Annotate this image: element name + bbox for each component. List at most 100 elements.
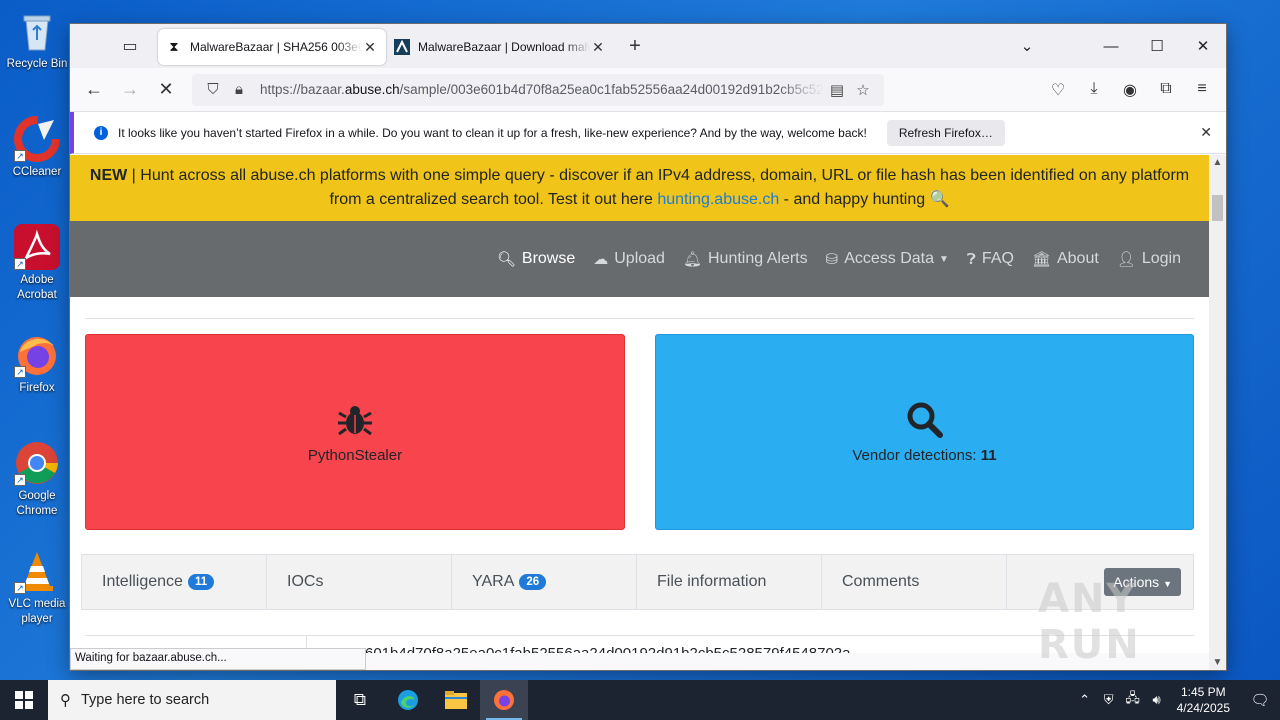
chrome-icon: ↗	[14, 440, 60, 486]
account-icon[interactable]: ◉	[1112, 80, 1148, 100]
scrollbar-thumb[interactable]	[1212, 195, 1223, 221]
bug-icon	[338, 405, 372, 435]
desktop-icon-label: Google Chrome	[16, 490, 58, 517]
close-window-button[interactable]: ✕	[1180, 37, 1226, 55]
question-icon: ❓︎	[966, 250, 976, 268]
clock-date: 4/24/2025	[1176, 701, 1230, 715]
desktop-icon-ccleaner[interactable]: ↗ CCleaner	[4, 116, 70, 180]
url-bar[interactable]: ⛉ 🔒︎ https://bazaar.abuse.ch/sample/003e…	[192, 73, 884, 106]
minimize-button[interactable]: —	[1088, 38, 1134, 55]
hunting-link[interactable]: hunting.abuse.ch	[657, 191, 779, 208]
task-view-icon[interactable]: ⧉	[336, 680, 384, 720]
close-notification-icon[interactable]: ✕	[1200, 124, 1212, 141]
pocket-icon[interactable]: ♡	[1040, 80, 1076, 100]
firefox-taskbar-icon[interactable]	[480, 680, 528, 720]
desktop-icon-adobe-acrobat[interactable]: ↗ Adobe Acrobat	[4, 224, 70, 303]
malwarebazaar-logo-icon	[394, 39, 410, 55]
scroll-up-icon[interactable]: ▲	[1209, 157, 1226, 168]
file-explorer-taskbar-icon[interactable]	[432, 680, 480, 720]
bookmark-star-icon[interactable]: ☆	[850, 81, 876, 99]
tab-manager-icon[interactable]: ▭	[108, 31, 152, 61]
desktop-icon-label: Firefox	[19, 382, 55, 394]
sha256-hash-value: 601b4d70f8a25ea0c1fab52556aa24d00192d91b…	[365, 645, 851, 653]
tab-bar: ▭ ⧗ MalwareBazaar | SHA256 003e601b4d70f…	[70, 24, 1226, 68]
nav-hunting-alerts[interactable]: 🔔︎ Hunting Alerts	[683, 250, 808, 268]
search-icon: ⚲	[60, 692, 71, 709]
user-icon: 👤︎	[1116, 251, 1136, 268]
security-icon[interactable]: ⛨	[1097, 692, 1121, 708]
banner-text-end: - and happy hunting 🔍	[779, 191, 950, 208]
firefox-window: ▭ ⧗ MalwareBazaar | SHA256 003e601b4d70f…	[70, 24, 1226, 670]
clock[interactable]: 1:45 PM 4/24/2025	[1177, 684, 1230, 716]
new-tab-button[interactable]: +	[620, 31, 650, 61]
intelligence-count-badge: 11	[187, 574, 215, 590]
database-icon: ⛁	[825, 251, 839, 268]
edge-taskbar-icon[interactable]	[384, 680, 432, 720]
url-text[interactable]: https://bazaar.abuse.ch/sample/003e601b4…	[260, 82, 824, 97]
list-all-tabs-icon[interactable]: ⌄	[1004, 37, 1050, 55]
nav-upload[interactable]: ☁ Upload	[593, 250, 665, 268]
firefox-icon: ↗	[14, 332, 60, 378]
refresh-firefox-button[interactable]: Refresh Firefox…	[886, 119, 1005, 146]
nav-access-data[interactable]: ⛁ Access Data ▼	[826, 250, 949, 268]
tracking-protection-icon[interactable]: ⛉	[200, 81, 226, 98]
bell-icon: 🔔︎	[682, 251, 702, 268]
start-button[interactable]	[0, 680, 48, 720]
system-tray: ⌃ ⛨ 🖧︎ 🔊︎ 1:45 PM 4/24/2025 🗨︎	[1073, 684, 1280, 716]
volume-icon[interactable]: 🔊︎	[1145, 692, 1169, 708]
extensions-icon[interactable]: ⧉	[1148, 80, 1184, 100]
nav-about[interactable]: 🏛︎ About	[1032, 250, 1099, 268]
lock-icon[interactable]: 🔒︎	[226, 81, 252, 98]
forward-button[interactable]: →	[112, 74, 148, 106]
windows-logo-icon	[15, 691, 33, 709]
tab-malwarebazaar-sample[interactable]: ⧗ MalwareBazaar | SHA256 003e601b4d70f8a…	[158, 29, 386, 65]
chevron-up-icon[interactable]: ⌃	[1073, 692, 1097, 708]
desktop-icon-vlc[interactable]: ↗ VLC media player	[4, 548, 70, 627]
notifications-icon[interactable]: 🗨︎	[1240, 691, 1280, 709]
notification-text: It looks like you haven’t started Firefo…	[118, 125, 867, 140]
tab-intelligence[interactable]: Intelligence 11	[82, 555, 267, 609]
desktop-icon-firefox[interactable]: ↗ Firefox	[4, 332, 70, 396]
network-icon[interactable]: 🖧︎	[1121, 689, 1145, 711]
adobe-acrobat-icon: ↗	[14, 224, 60, 270]
tab-malwarebazaar-download[interactable]: MalwareBazaar | Download malware samples…	[386, 29, 614, 65]
signature-label: PythonStealer	[307, 446, 403, 464]
close-tab-icon[interactable]: ✕	[362, 39, 378, 56]
yara-count-badge: 26	[519, 574, 547, 590]
info-icon: i	[94, 125, 108, 140]
tab-yara[interactable]: YARA 26	[452, 555, 637, 609]
tab-title: MalwareBazaar | Download malware samples	[418, 40, 590, 54]
clock-time: 1:45 PM	[1180, 685, 1226, 699]
tab-title: MalwareBazaar | SHA256 003e601b4d70f8a25…	[190, 40, 362, 54]
tab-file-information[interactable]: File information	[637, 555, 822, 609]
back-button[interactable]: ←	[76, 74, 112, 106]
anyrun-watermark: ANY RUN	[1038, 576, 1141, 668]
nav-faq[interactable]: ❓︎ FAQ	[967, 250, 1014, 268]
nav-browse[interactable]: 🔍︎ Browse	[497, 250, 575, 268]
hunting-banner: NEW | Hunt across all abuse.ch platforms…	[70, 155, 1209, 221]
sample-detail-tabs: Intelligence 11 IOCs YARA 26 File informat…	[81, 554, 1194, 610]
reader-view-icon[interactable]: ▤	[824, 81, 850, 99]
desktop-icon-label: Adobe Acrobat	[17, 274, 57, 301]
maximize-button[interactable]: ☐	[1134, 37, 1180, 55]
navigation-toolbar: ← → ✕ ⛉ 🔒︎ https://bazaar.abuse.ch/sampl…	[70, 68, 1226, 112]
new-label: NEW	[89, 167, 128, 184]
desktop-icon-chrome[interactable]: ↗ Google Chrome	[4, 440, 70, 519]
window-controls: ⌄ — ☐ ✕	[1004, 24, 1226, 68]
vendor-detections-card[interactable]: Vendor detections: 11	[655, 334, 1194, 530]
refresh-firefox-notification: i It looks like you haven’t started Fire…	[70, 112, 1226, 154]
close-tab-icon[interactable]: ✕	[590, 39, 606, 56]
tab-iocs[interactable]: IOCs	[267, 555, 452, 609]
ccleaner-icon: ↗	[14, 116, 60, 162]
hourglass-icon: ⧗	[169, 39, 179, 54]
nav-login[interactable]: 👤︎ Login	[1117, 250, 1181, 268]
cloud-upload-icon: ☁	[593, 251, 609, 268]
tab-comments[interactable]: Comments	[822, 555, 1007, 609]
menu-icon[interactable]: ≡	[1184, 80, 1220, 100]
downloads-icon[interactable]: ⤓	[1076, 80, 1112, 100]
desktop-icon-recycle-bin[interactable]: Recycle Bin	[4, 8, 70, 72]
taskbar-search-box[interactable]: ⚲ Type here to search	[48, 680, 336, 720]
taskbar: ⚲ Type here to search ⧉ ⌃ ⛨ 🖧︎ 🔊︎ 1:45 P…	[0, 680, 1280, 720]
stop-loading-button[interactable]: ✕	[148, 74, 184, 106]
signature-card[interactable]: PythonStealer	[85, 334, 625, 530]
